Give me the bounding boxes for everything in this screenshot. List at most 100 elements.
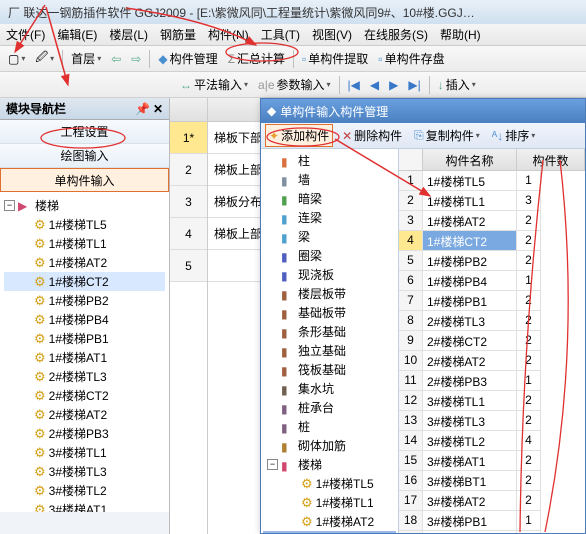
sub-item[interactable]: ⚙1#楼梯TL5 <box>263 474 396 493</box>
component-manage-button[interactable]: ◆构件管理 <box>154 48 221 69</box>
plan-input-button[interactable]: ↔ 平法输入 ▾ <box>176 74 252 95</box>
toolbar-icon-2[interactable]: 🖉▾ <box>31 46 58 71</box>
table-row[interactable]: 92#楼梯CT22 <box>399 331 585 351</box>
table-row[interactable]: 41#楼梯CT22 <box>399 231 585 251</box>
tree-item[interactable]: ⚙1#楼梯AT2 <box>4 253 165 272</box>
type-item[interactable]: ▮筏板基础 <box>263 360 396 379</box>
tree-item[interactable]: ⚙3#楼梯TL3 <box>4 462 165 481</box>
table-row[interactable]: 31#楼梯AT22 <box>399 211 585 231</box>
floor-selector[interactable]: 首层 ▾ <box>67 48 105 69</box>
menu-item[interactable]: 楼层(L) <box>103 26 154 43</box>
insert-button[interactable]: ↓ 插入 ▾ <box>434 74 480 95</box>
tree-item[interactable]: ⚙1#楼梯TL5 <box>4 215 165 234</box>
type-item[interactable]: −▮楼梯 <box>263 455 396 474</box>
sub-item[interactable]: ⚙1#楼梯AT2 <box>263 512 396 531</box>
table-row[interactable]: 71#楼梯PB12 <box>399 291 585 311</box>
nav-pin-icon[interactable]: 📌 <box>135 102 150 116</box>
param-input-button[interactable]: a|e 参数输入 ▾ <box>254 74 335 95</box>
table-row[interactable]: 143#楼梯TL24 <box>399 431 585 451</box>
tree-item[interactable]: ⚙3#楼梯AT1 <box>4 500 165 512</box>
menu-item[interactable]: 视图(V) <box>306 26 358 43</box>
calc-button[interactable]: Σ 汇总计算 <box>224 48 289 69</box>
type-item[interactable]: ▮暗梁 <box>263 189 396 208</box>
table-row[interactable]: 11#楼梯TL51 <box>399 171 585 191</box>
type-item[interactable]: ▮独立基础 <box>263 341 396 360</box>
table-row[interactable]: 51#楼梯PB22 <box>399 251 585 271</box>
row-num[interactable]: 5 <box>170 250 207 282</box>
col-num[interactable] <box>399 149 423 170</box>
type-item[interactable]: ▮梁 <box>263 227 396 246</box>
tree-item[interactable]: ⚙1#楼梯PB4 <box>4 310 165 329</box>
type-item[interactable]: ▮现浇板 <box>263 265 396 284</box>
table-row[interactable]: 21#楼梯TL13 <box>399 191 585 211</box>
menu-item[interactable]: 帮助(H) <box>434 26 487 43</box>
type-item[interactable]: ▮砌体加筋 <box>263 436 396 455</box>
collapse-icon[interactable]: − <box>267 459 278 470</box>
type-tree[interactable]: ▮柱▮墙▮暗梁▮连梁▮梁▮圈梁▮现浇板▮楼层板带▮基础板带▮条形基础▮独立基础▮… <box>261 149 399 533</box>
table-row[interactable]: 123#楼梯TL12 <box>399 391 585 411</box>
type-item[interactable]: ▮集水坑 <box>263 379 396 398</box>
type-item[interactable]: ▮桩 <box>263 417 396 436</box>
menu-item[interactable]: 在线服务(S) <box>358 26 434 43</box>
toolbar-icon-1[interactable]: ▢▾ <box>4 50 29 68</box>
menu-item[interactable]: 构件(N) <box>202 26 255 43</box>
arrow-right-icon[interactable]: ⇨ <box>127 50 145 68</box>
delete-component-button[interactable]: ✕ 删除构件 <box>339 125 405 146</box>
tree-item[interactable]: ⚙1#楼梯CT2 <box>4 272 165 291</box>
menu-item[interactable]: 工具(T) <box>255 26 306 43</box>
dialog-titlebar[interactable]: ◆ 单构件输入构件管理 <box>261 99 585 123</box>
col-name[interactable]: 构件名称 <box>423 149 517 170</box>
table-row[interactable]: 163#楼梯BT12 <box>399 471 585 491</box>
nav-prev-icon[interactable]: ◀ <box>366 76 383 94</box>
tree-item[interactable]: ⚙1#楼梯PB1 <box>4 329 165 348</box>
sort-button[interactable]: ᴬ↓排序 ▾ <box>489 125 538 146</box>
nav-btn-0[interactable]: 工程设置 <box>0 120 169 144</box>
table-row[interactable]: 102#楼梯AT22 <box>399 351 585 371</box>
table-row[interactable]: 61#楼梯PB41 <box>399 271 585 291</box>
table-row[interactable]: 183#楼梯PB11 <box>399 511 585 531</box>
col-count[interactable]: 构件数 <box>517 149 585 170</box>
tree-item[interactable]: ⚙1#楼梯PB2 <box>4 291 165 310</box>
tree-item[interactable]: ⚙2#楼梯CT2 <box>4 386 165 405</box>
type-item[interactable]: ▮圈梁 <box>263 246 396 265</box>
arrow-left-icon[interactable]: ⇦ <box>107 50 125 68</box>
sub-item[interactable]: ⚙1#楼梯TL1 <box>263 493 396 512</box>
table-row[interactable]: 194#楼梯TL11 <box>399 531 585 533</box>
tree-item[interactable]: ⚙1#楼梯AT1 <box>4 348 165 367</box>
table-row[interactable]: 112#楼梯PB31 <box>399 371 585 391</box>
type-item[interactable]: ▮条形基础 <box>263 322 396 341</box>
menu-item[interactable]: 文件(F) <box>0 26 51 43</box>
row-num[interactable]: 3 <box>170 186 207 218</box>
row-num[interactable]: 2 <box>170 154 207 186</box>
type-item[interactable]: ▮桩承台 <box>263 398 396 417</box>
sub-item[interactable]: ⚙1#楼梯CT2 <box>263 531 396 533</box>
table-row[interactable]: 153#楼梯AT12 <box>399 451 585 471</box>
menu-item[interactable]: 编辑(E) <box>51 26 103 43</box>
tree-item[interactable]: ⚙3#楼梯TL1 <box>4 443 165 462</box>
tree-item[interactable]: ⚙2#楼梯PB3 <box>4 424 165 443</box>
copy-component-button[interactable]: ⎘复制构件 ▾ <box>411 125 483 146</box>
save-button[interactable]: ▫单构件存盘 <box>374 48 448 69</box>
type-item[interactable]: ▮墙 <box>263 170 396 189</box>
nav-btn-1[interactable]: 绘图输入 <box>0 144 169 168</box>
type-item[interactable]: ▮柱 <box>263 151 396 170</box>
type-item[interactable]: ▮楼层板带 <box>263 284 396 303</box>
tree-item[interactable]: ⚙2#楼梯TL3 <box>4 367 165 386</box>
type-item[interactable]: ▮基础板带 <box>263 303 396 322</box>
tree-item[interactable]: ⚙3#楼梯TL2 <box>4 481 165 500</box>
type-item[interactable]: ▮连梁 <box>263 208 396 227</box>
collapse-icon[interactable]: − <box>4 200 15 211</box>
tree-root-stairs[interactable]: − ▶ 楼梯 <box>4 196 165 215</box>
nav-first-icon[interactable]: |◀ <box>344 76 364 94</box>
nav-last-icon[interactable]: ▶| <box>404 76 424 94</box>
table-row[interactable]: 82#楼梯TL32 <box>399 311 585 331</box>
table-row[interactable]: 133#楼梯TL32 <box>399 411 585 431</box>
nav-tree[interactable]: − ▶ 楼梯 ⚙1#楼梯TL5⚙1#楼梯TL1⚙1#楼梯AT2⚙1#楼梯CT2⚙… <box>0 192 169 512</box>
row-num[interactable]: 4 <box>170 218 207 250</box>
nav-next-icon[interactable]: ▶ <box>385 76 402 94</box>
nav-close-icon[interactable]: ✕ <box>153 102 163 116</box>
tree-item[interactable]: ⚙2#楼梯AT2 <box>4 405 165 424</box>
table-row[interactable]: 173#楼梯AT22 <box>399 491 585 511</box>
menu-item[interactable]: 钢筋量 <box>154 26 202 43</box>
row-num[interactable]: 1* <box>170 122 207 154</box>
